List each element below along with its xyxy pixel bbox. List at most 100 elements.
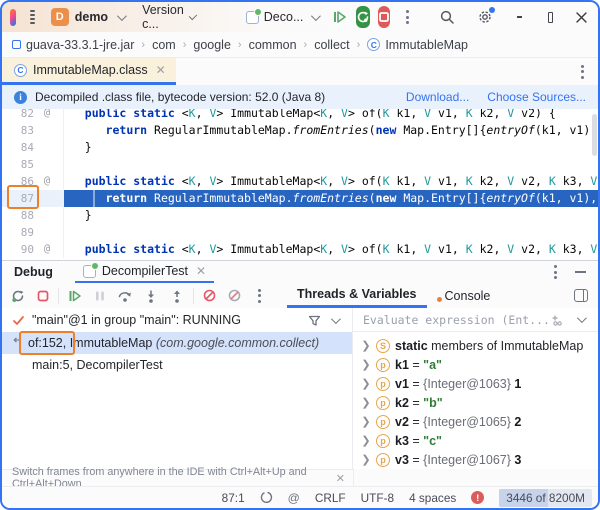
- variable-row[interactable]: ❯ p v3 = {Integer@1067} 3: [353, 450, 598, 469]
- expand-chevron-icon[interactable]: ❯: [361, 415, 371, 428]
- filter-funnel-icon[interactable]: [308, 314, 321, 327]
- debug-more-icon[interactable]: [254, 288, 265, 303]
- expand-chevron-icon[interactable]: ❯: [361, 396, 371, 409]
- close-session-icon[interactable]: ✕: [196, 264, 206, 278]
- chevron-down-icon[interactable]: [330, 313, 341, 324]
- readonly-lock-icon[interactable]: [260, 491, 273, 504]
- indent-setting[interactable]: 4 spaces: [409, 491, 456, 505]
- choose-sources-link[interactable]: Choose Sources...: [487, 90, 586, 104]
- stop-icon[interactable]: [36, 289, 50, 303]
- expand-chevron-icon[interactable]: ❯: [361, 358, 371, 371]
- breadcrumb-item[interactable]: common: [249, 38, 297, 52]
- tab-console[interactable]: Console: [427, 283, 501, 308]
- code-line-86[interactable]: 86 @ public static <K, V> ImmutableMap<K,…: [2, 173, 598, 190]
- gutter-line-84[interactable]: 84: [2, 139, 64, 156]
- window-maximize-button[interactable]: [547, 11, 553, 23]
- stop-button[interactable]: [378, 6, 391, 28]
- panel-options-icon[interactable]: [550, 265, 561, 279]
- variable-row[interactable]: ❯ Sstatic members of ImmutableMap: [353, 336, 598, 355]
- variable-label: v2 = {Integer@1065} 2: [395, 414, 522, 429]
- more-actions-icon[interactable]: [402, 10, 413, 24]
- breadcrumb-item[interactable]: collect: [314, 38, 349, 52]
- code-line-88[interactable]: 88 }: [2, 207, 598, 224]
- gutter-line-90[interactable]: 90 @: [2, 241, 64, 258]
- rerun-debug-button[interactable]: [356, 6, 371, 28]
- variable-row[interactable]: ❯ p v2 = {Integer@1065} 2: [353, 412, 598, 431]
- line-ending[interactable]: CRLF: [315, 491, 346, 505]
- debug-session-tab[interactable]: DecompilerTest ✕: [74, 261, 215, 283]
- hide-panel-icon[interactable]: [575, 271, 586, 273]
- run-config-selector[interactable]: Deco...: [245, 7, 322, 24]
- breadcrumb-item[interactable]: com: [152, 38, 176, 52]
- main-menu-icon[interactable]: [29, 10, 35, 24]
- dismiss-hint-icon[interactable]: ✕: [336, 472, 345, 485]
- variable-row[interactable]: ❯ p k2 = "b": [353, 393, 598, 412]
- search-icon[interactable]: [439, 9, 455, 25]
- step-over-icon[interactable]: [117, 288, 133, 304]
- expand-chevron-icon[interactable]: ❯: [361, 453, 371, 466]
- code-line-89[interactable]: 89: [2, 224, 598, 241]
- mute-breakpoints-icon[interactable]: [227, 288, 242, 303]
- breadcrumb-item[interactable]: C ImmutableMap: [367, 38, 468, 52]
- download-sources-link[interactable]: Download...: [406, 90, 469, 104]
- rerun-icon[interactable]: [10, 288, 26, 304]
- expand-chevron-icon[interactable]: ❯: [361, 377, 371, 390]
- run-config-icon: [82, 261, 99, 278]
- expand-chevron-icon[interactable]: ❯: [361, 434, 371, 447]
- pause-icon[interactable]: [93, 289, 107, 303]
- breadcrumb-item[interactable]: guava-33.3.1-jre.jar: [12, 38, 134, 52]
- stack-frame-row[interactable]: main:5, DecompilerTest: [2, 354, 352, 376]
- code-editor[interactable]: 82 @ public static <K, V> ImmutableMap<K,…: [2, 109, 598, 260]
- memory-indicator[interactable]: 3446 of 8200M: [499, 488, 592, 507]
- step-into-icon[interactable]: [143, 288, 159, 304]
- gutter-line-88[interactable]: 88: [2, 207, 64, 224]
- file-encoding[interactable]: UTF-8: [361, 491, 394, 505]
- resume-program-button[interactable]: [332, 9, 348, 25]
- window-close-button[interactable]: [575, 11, 588, 24]
- chevron-down-icon[interactable]: [576, 313, 587, 324]
- thread-row[interactable]: "main"@1 in group "main": RUNNING: [2, 308, 352, 332]
- variable-row[interactable]: ❯ p k3 = "c": [353, 431, 598, 450]
- variable-label: k1 = "a": [395, 357, 442, 372]
- error-notification-icon[interactable]: !: [471, 491, 485, 504]
- code-line-90[interactable]: 90 @ public static <K, V> ImmutableMap<K,…: [2, 241, 598, 258]
- annotations-indicator-icon[interactable]: @: [288, 491, 300, 505]
- view-breakpoints-icon[interactable]: [202, 288, 217, 303]
- tab-immutablemap-class[interactable]: C ImmutableMap.class ✕: [2, 58, 176, 85]
- resume-icon[interactable]: [67, 288, 83, 304]
- gutter-line-86[interactable]: 86 @: [2, 173, 64, 190]
- frames-pane: "main"@1 in group "main": RUNNING of:152…: [2, 308, 353, 469]
- editor-scrollbar[interactable]: [592, 114, 597, 156]
- stack-frame-row[interactable]: of:152, ImmutableMap (com.google.common.…: [2, 332, 352, 354]
- add-to-watches-icon[interactable]: [551, 314, 565, 326]
- code-line-87[interactable]: 87 return RegularImmutableMap.fromEntrie…: [2, 190, 598, 207]
- gutter-line-82[interactable]: 82 @: [2, 109, 64, 122]
- gutter-line-85[interactable]: 85: [2, 156, 64, 173]
- close-tab-icon[interactable]: ✕: [156, 63, 166, 77]
- project-selector[interactable]: D demo: [50, 8, 127, 26]
- vcs-branch-selector[interactable]: Version c...: [142, 3, 197, 31]
- code-line-84[interactable]: 84 }: [2, 139, 598, 156]
- variable-row[interactable]: ❯ p v1 = {Integer@1063} 1: [353, 374, 598, 393]
- code-line-82[interactable]: 82 @ public static <K, V> ImmutableMap<K,…: [2, 109, 598, 122]
- code-line-83[interactable]: 83 return RegularImmutableMap.fromEntrie…: [2, 122, 598, 139]
- layout-settings-icon[interactable]: [574, 289, 588, 302]
- line-number: 89: [20, 226, 34, 239]
- step-out-icon[interactable]: [169, 288, 185, 304]
- tab-options-icon[interactable]: [577, 64, 588, 79]
- window-minimize-button[interactable]: [517, 16, 522, 18]
- expand-chevron-icon[interactable]: ❯: [361, 339, 371, 352]
- status-bar: 87:1 @ CRLF UTF-8 4 spaces ! 3446 of 820…: [2, 486, 598, 508]
- gutter-line-83[interactable]: 83: [2, 122, 64, 139]
- gutter-line-87[interactable]: 87: [2, 190, 64, 207]
- breadcrumb-item[interactable]: google: [193, 38, 231, 52]
- code-line-85[interactable]: 85: [2, 156, 598, 173]
- code-text: public static <K, V> ImmutableMap<K, V> …: [84, 174, 598, 188]
- evaluate-expression-input[interactable]: Evaluate expression (Ent...: [353, 308, 598, 332]
- annotation-gutter-icon: @: [43, 175, 51, 187]
- settings-gear-icon[interactable]: [477, 7, 496, 25]
- variable-row[interactable]: ❯ p k1 = "a": [353, 355, 598, 374]
- caret-position[interactable]: 87:1: [222, 491, 245, 505]
- gutter-line-89[interactable]: 89: [2, 224, 64, 241]
- tab-threads-variables[interactable]: Threads & Variables: [287, 283, 427, 308]
